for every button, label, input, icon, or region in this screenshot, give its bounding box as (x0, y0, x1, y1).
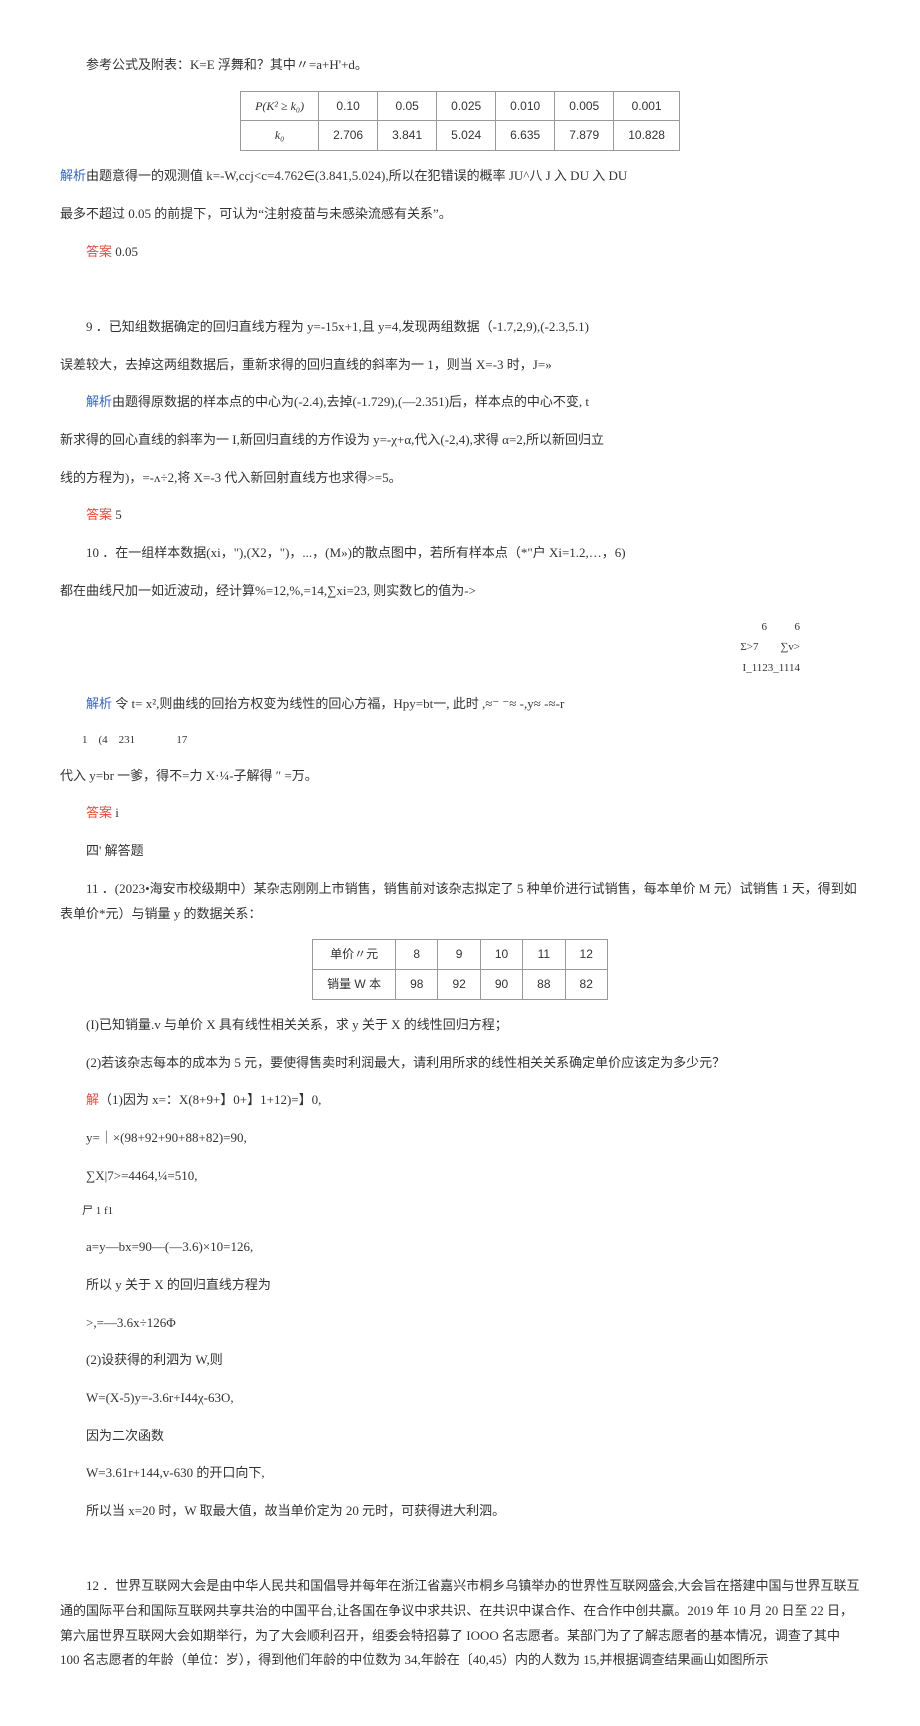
analysis-paragraph: 解析由题得原数据的样本点的中心为(-2.4),去掉(-1.729),(—2.35… (60, 390, 860, 415)
solution-line: 所以当 x=20 时，W 取最大值，故当单价定为 20 元时，可获得进大利泗。 (60, 1499, 860, 1524)
table-row: P(K² ≥ k₀) 0.10 0.05 0.025 0.010 0.005 0… (241, 91, 680, 121)
solution-line: >,=—3.6x÷126Φ (60, 1311, 860, 1336)
question-text: ．(2023•海安市校级期中）某杂志刚刚上市销售，销售前对该杂志拟定了 5 种单… (60, 881, 857, 921)
table-header-cell: 单价〃元 (313, 940, 396, 970)
question-11-sub2: (2)若该杂志每本的成本为 5 元，要使得售卖时利润最大，请利用所求的线性相关关… (60, 1051, 860, 1076)
table-cell: 7.879 (555, 121, 614, 151)
question-9-cont: 误差较大，去掉这两组数据后，重新求得的回归直线的斜率为一 1，则当 X=-3 时… (60, 353, 860, 378)
analysis-text: 由题得原数据的样本点的中心为(-2.4),去掉(-1.729),(—2.351)… (112, 394, 589, 409)
answer-line: 答案 0.05 (60, 240, 860, 265)
analysis-paragraph: 最多不超过 0.05 的前提下，可认为“注射疫苗与未感染流感有关系”。 (60, 202, 860, 227)
table-cell: 88 (523, 970, 565, 1000)
analysis-label: 解析 (60, 168, 86, 183)
answer-label: 答案 (86, 244, 112, 259)
solution-line: a=y—bx=90—(—3.6)×10=126, (60, 1235, 860, 1260)
table-header-cell: P(K² ≥ k₀) (241, 91, 319, 121)
answer-label: 答案 (86, 805, 112, 820)
table-cell: 10 (480, 940, 522, 970)
solution-label: 解 (86, 1092, 99, 1107)
table-cell: 92 (438, 970, 480, 1000)
analysis-paragraph: 线的方程为)，=-ᴧ÷2,将 X=-3 代入新回射直线方也求得>=5。 (60, 466, 860, 491)
answer-value: 0.05 (112, 244, 138, 259)
question-number: 10 (86, 545, 99, 560)
table-cell: 3.841 (378, 121, 437, 151)
solution-line: 因为二次函数 (60, 1424, 860, 1449)
question-number: 9 (86, 319, 93, 334)
table-cell: 90 (480, 970, 522, 1000)
solution-line: y=｜×(98+92+90+88+82)=90, (60, 1126, 860, 1151)
question-9: 9 ．已知组数据确定的回归直线方程为 y=-15x+1,且 y=4,发现两组数据… (60, 315, 860, 340)
critical-value-table: P(K² ≥ k₀) 0.10 0.05 0.025 0.010 0.005 0… (240, 91, 680, 152)
formula-reference: 参考公式及附表：K=E 浮舞和？其中〃=a+H'+d。 (60, 53, 860, 78)
table-row: 销量 W 本 98 92 90 88 82 (313, 970, 608, 1000)
answer-value: i (112, 805, 119, 820)
question-11: 11 ．(2023•海安市校级期中）某杂志刚刚上市销售，销售前对该杂志拟定了 5… (60, 877, 860, 926)
formula-fragment: 6 6 Σ>7 ∑v> I_1123_1114 (60, 617, 860, 680)
table-header-cell: k₀ (241, 121, 319, 151)
solution-line: W=3.61r+144,v-630 的开口向下, (60, 1461, 860, 1486)
table-cell: 98 (396, 970, 438, 1000)
solution-line: (2)设获得的利泗为 W,则 (60, 1348, 860, 1373)
analysis-text: 令 t= x²,则曲线的回抬方权变为线性的回心方福，Hpy=bt一, 此时 ,≈… (112, 696, 564, 711)
answer-label: 答案 (86, 507, 112, 522)
question-12: 12 ．世界互联网大会是由中华人民共和国倡导并每年在浙江省嘉兴市桐乡乌镇举办的世… (60, 1574, 860, 1673)
analysis-label: 解析 (86, 394, 112, 409)
table-cell: 5.024 (437, 121, 496, 151)
question-number: 11 (86, 881, 99, 896)
question-text: ．已知组数据确定的回归直线方程为 y=-15x+1,且 y=4,发现两组数据（-… (96, 319, 589, 334)
table-cell: 0.025 (437, 91, 496, 121)
solution-line: W=(X-5)y=-3.6r+I44χ-63O, (60, 1386, 860, 1411)
analysis-text: 由题意得一的观测值 k=-W,ccj<c=4.762∈(3.841,5.024)… (86, 168, 627, 183)
answer-line: 答案 i (60, 801, 860, 826)
analysis-paragraph: 代入 y=br 一爹，得不=力 X·¼-子解得 ″ =万。 (60, 764, 860, 789)
analysis-paragraph: 解析 令 t= x²,则曲线的回抬方权变为线性的回心方福，Hpy=bt一, 此时… (60, 692, 860, 717)
question-11-sub1: (I)已知销量.v 与单价 X 具有线性相关关系，求 y 关于 X 的线性回归方… (60, 1013, 860, 1038)
solution-text: （1)因为 x=：X(8+9+】0+】1+12)=】0, (99, 1092, 321, 1107)
table-cell: 12 (565, 940, 607, 970)
analysis-label: 解析 (86, 696, 112, 711)
table-cell: 10.828 (614, 121, 680, 151)
table-cell: 0.001 (614, 91, 680, 121)
analysis-paragraph: 解析由题意得一的观测值 k=-W,ccj<c=4.762∈(3.841,5.02… (60, 164, 860, 189)
table-cell: 82 (565, 970, 607, 1000)
table-cell: 11 (523, 940, 565, 970)
question-10: 10 ．在一组样本数据(xi，"),(X2，")，...，(M»)的散点图中，若… (60, 541, 860, 566)
question-10-cont: 都在曲线尺加一如近波动，经计算%=12,%,=14,∑xi=23, 则实数匕的值… (60, 579, 860, 604)
table-cell: 0.005 (555, 91, 614, 121)
section-heading: 四' 解答题 (60, 839, 860, 864)
solution-line: 解（1)因为 x=：X(8+9+】0+】1+12)=】0, (60, 1088, 860, 1113)
table-cell: 2.706 (319, 121, 378, 151)
question-text: ．世界互联网大会是由中华人民共和国倡导并每年在浙江省嘉兴市桐乡乌镇举办的世界性互… (60, 1578, 860, 1667)
solution-line: 所以 y 关于 X 的回归直线方程为 (60, 1273, 860, 1298)
table-cell: 6.635 (496, 121, 555, 151)
table-cell: 0.010 (496, 91, 555, 121)
analysis-paragraph: 新求得的回心直线的斜率为一 I,新回归直线的方作设为 y=-χ+α,代入(-2,… (60, 428, 860, 453)
table-row: 单价〃元 8 9 10 11 12 (313, 940, 608, 970)
table-cell: 0.05 (378, 91, 437, 121)
table-cell: 8 (396, 940, 438, 970)
question-text: ．在一组样本数据(xi，"),(X2，")，...，(M»)的散点图中，若所有样… (102, 545, 625, 560)
table-row: k₀ 2.706 3.841 5.024 6.635 7.879 10.828 (241, 121, 680, 151)
table-header-cell: 销量 W 本 (313, 970, 396, 1000)
question-number: 12 (86, 1578, 99, 1593)
table-cell: 0.10 (319, 91, 378, 121)
formula-fragment: 1 (4 231 17 (82, 730, 860, 751)
solution-line: ∑X|7>=4464,¼=510, (60, 1164, 860, 1189)
answer-value: 5 (112, 507, 122, 522)
table-cell: 9 (438, 940, 480, 970)
answer-line: 答案 5 (60, 503, 860, 528)
price-sales-table: 单价〃元 8 9 10 11 12 销量 W 本 98 92 90 88 82 (312, 939, 608, 1000)
solution-line: 尸 1 f1 (60, 1201, 860, 1222)
